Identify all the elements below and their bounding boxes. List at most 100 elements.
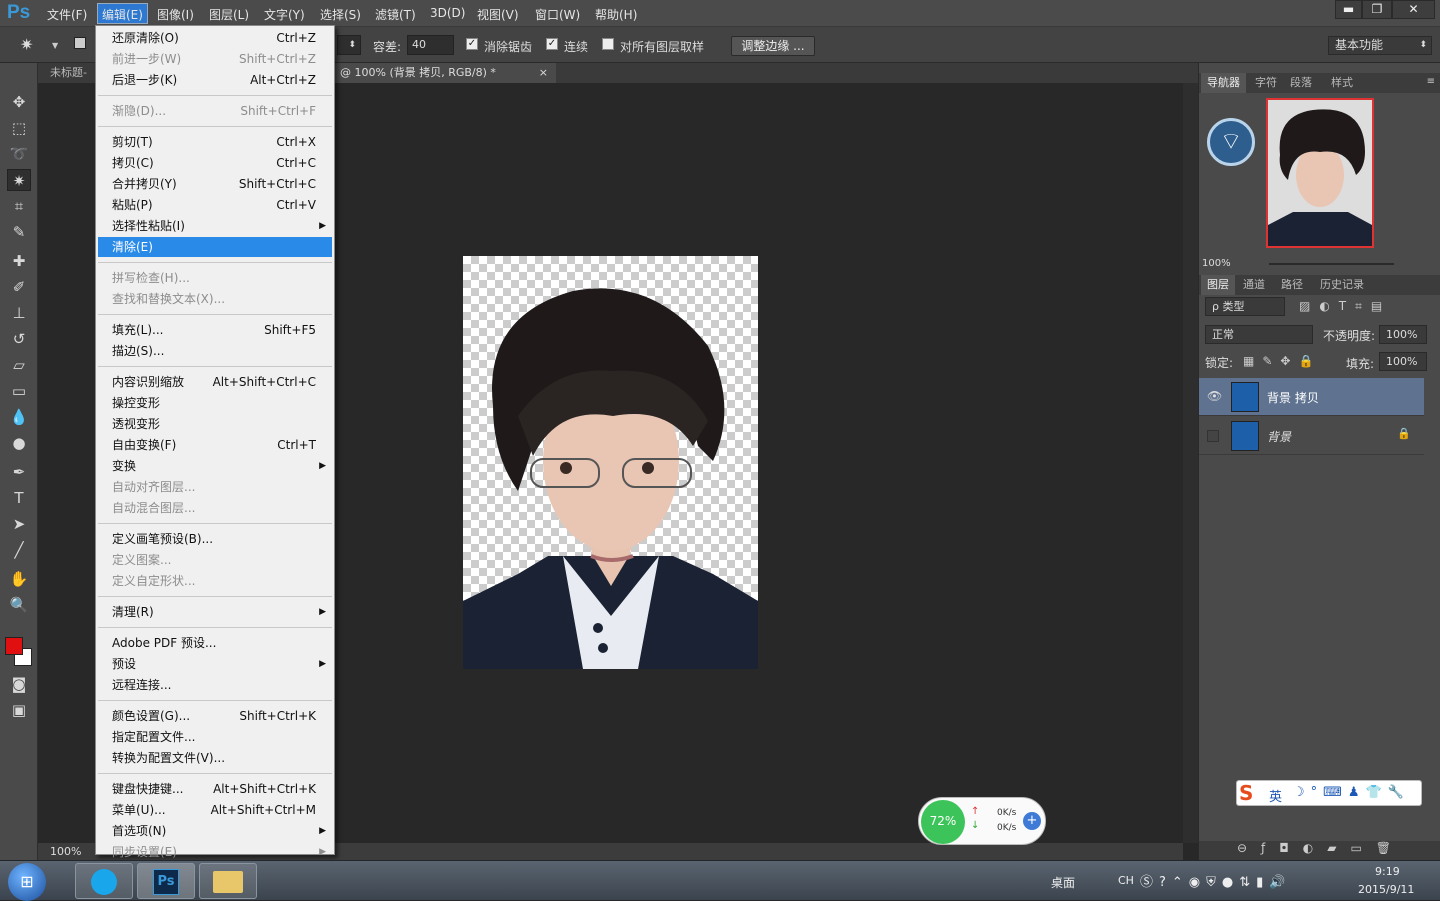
edit-menu-item[interactable]: 定义画笔预设(B)...: [98, 529, 332, 549]
edit-menu-item[interactable]: 填充(L)... Shift+F5: [98, 320, 332, 340]
edit-menu-item[interactable]: 描边(S)...: [98, 341, 332, 361]
edit-menu-item[interactable]: 还原清除(O) Ctrl+Z: [98, 28, 332, 48]
edit-menu-item[interactable]: 合并拷贝(Y) Shift+Ctrl+C: [98, 174, 332, 194]
fill-input[interactable]: 100%: [1379, 352, 1427, 371]
magic-wand-icon[interactable]: ✷: [20, 35, 33, 54]
layer-filter-icons[interactable]: ▨◐T⌗▤: [1299, 299, 1391, 314]
edit-menu-item[interactable]: 透视变形: [98, 414, 332, 434]
edit-menu-item[interactable]: 预设 ▶: [98, 654, 332, 674]
tray-icons[interactable]: Ⓢ?⌃◉⛨●⇅▮🔊: [1140, 871, 1291, 890]
layer-filter-select[interactable]: ρ 类型: [1205, 297, 1285, 316]
tab-history[interactable]: 历史记录: [1314, 275, 1370, 295]
workspace-select[interactable]: 基本功能 ⬍: [1328, 36, 1432, 55]
edit-menu-item[interactable]: 粘贴(P) Ctrl+V: [98, 195, 332, 215]
restore-button[interactable]: ❐: [1362, 0, 1392, 19]
document-canvas[interactable]: [463, 256, 758, 669]
tool-preset-chevron-icon[interactable]: ▼: [52, 41, 58, 50]
path-selection-tool-icon[interactable]: ➤: [7, 513, 31, 535]
layer-actions-bar[interactable]: ⊖ƒ◘◐▰▭🗑: [1199, 841, 1440, 860]
edit-menu-item[interactable]: 清除(E): [98, 237, 332, 257]
lasso-tool-icon[interactable]: ➰: [7, 143, 31, 165]
blend-mode-select[interactable]: 正常: [1205, 325, 1313, 344]
edit-menu-item[interactable]: 自由变换(F) Ctrl+T: [98, 435, 332, 455]
edit-menu-item[interactable]: 转换为配置文件(V)...: [98, 748, 332, 768]
edit-menu-item[interactable]: 远程连接...: [98, 675, 332, 695]
sample-all-layers-checkbox[interactable]: [602, 38, 614, 50]
new-selection-icon[interactable]: [74, 37, 86, 49]
menu-help[interactable]: 帮助(H): [595, 6, 637, 23]
taskbar-browser-icon[interactable]: [75, 863, 133, 899]
menu-file[interactable]: 文件(F): [47, 6, 87, 23]
panel-menu-icon[interactable]: ≡: [1427, 76, 1435, 87]
tab-navigator[interactable]: 导航器: [1201, 73, 1246, 93]
menu-view[interactable]: 视图(V): [477, 6, 519, 23]
start-button-icon[interactable]: ⊞: [8, 863, 46, 901]
edit-menu-item[interactable]: 清理(R) ▶: [98, 602, 332, 622]
accelerate-plus-icon[interactable]: +: [1023, 812, 1041, 830]
navigator-zoom-slider[interactable]: [1269, 263, 1394, 265]
desktop-toolbar-label[interactable]: 桌面: [1051, 874, 1075, 891]
tab-character[interactable]: 字符: [1249, 73, 1283, 93]
tab-layers[interactable]: 图层: [1201, 275, 1235, 295]
layer-name[interactable]: 背景 拷贝: [1267, 389, 1319, 406]
minimize-button[interactable]: ▬: [1335, 0, 1362, 19]
history-brush-tool-icon[interactable]: ↺: [7, 328, 31, 350]
marquee-tool-icon[interactable]: ⬚: [7, 117, 31, 139]
clock-time[interactable]: 9:19: [1375, 865, 1400, 878]
zoom-level[interactable]: 100%: [50, 845, 81, 858]
menu-window[interactable]: 窗口(W): [535, 6, 580, 23]
healing-brush-tool-icon[interactable]: ✚: [7, 250, 31, 272]
gradient-tool-icon[interactable]: ▭: [7, 380, 31, 402]
zoom-tool-icon[interactable]: 🔍: [7, 594, 31, 616]
tab-close-icon[interactable]: ×: [539, 63, 548, 83]
edit-menu-item[interactable]: 拷贝(C) Ctrl+C: [98, 153, 332, 173]
navigator-thumbnail[interactable]: [1266, 98, 1374, 248]
blur-tool-icon[interactable]: 💧: [7, 406, 31, 428]
taskbar-explorer-icon[interactable]: [199, 863, 257, 899]
menu-3d[interactable]: 3D(D): [430, 6, 465, 20]
visibility-toggle[interactable]: [1207, 430, 1219, 442]
menu-image[interactable]: 图像(I): [157, 6, 194, 23]
lock-icons[interactable]: ▦✎✥🔒: [1243, 354, 1321, 368]
tab-styles[interactable]: 样式: [1325, 73, 1359, 93]
tab-untitled[interactable]: 未标题-: [44, 63, 93, 83]
close-window-button[interactable]: ✕: [1392, 0, 1435, 19]
opacity-input[interactable]: 100%: [1379, 325, 1427, 344]
edit-menu-item[interactable]: 首选项(N) ▶: [98, 821, 332, 841]
edit-menu-item[interactable]: 操控变形: [98, 393, 332, 413]
edit-menu-item[interactable]: 后退一步(K) Alt+Ctrl+Z: [98, 70, 332, 90]
edit-menu-item[interactable]: 键盘快捷键... Alt+Shift+Ctrl+K: [98, 779, 332, 799]
edit-menu-item[interactable]: 颜色设置(G)... Shift+Ctrl+K: [98, 706, 332, 726]
visibility-eye-icon[interactable]: 👁: [1207, 389, 1222, 403]
edit-menu-item[interactable]: 菜单(U)... Alt+Shift+Ctrl+M: [98, 800, 332, 820]
net-speed-widget[interactable]: 72% ↑ ↓ 0K/s 0K/s +: [918, 797, 1046, 845]
contiguous-checkbox[interactable]: ✓: [546, 38, 558, 50]
stamp-tool-icon[interactable]: ⊥: [7, 302, 31, 324]
layer-name[interactable]: 背景: [1267, 428, 1291, 445]
ime-toolbar[interactable]: S 英 ☽°⌨♟👕🔧: [1236, 780, 1422, 806]
layer-row[interactable]: 👁 背景 拷贝: [1199, 378, 1424, 416]
quick-mask-icon[interactable]: ◙: [7, 673, 31, 695]
menu-select[interactable]: 选择(S): [320, 6, 361, 23]
clock-date[interactable]: 2015/9/11: [1358, 883, 1414, 896]
tolerance-input[interactable]: 40: [407, 35, 454, 55]
edit-menu-item[interactable]: 内容识别缩放 Alt+Shift+Ctrl+C: [98, 372, 332, 392]
layer-row[interactable]: 背景 🔒: [1199, 417, 1424, 455]
tab-channels[interactable]: 通道: [1237, 275, 1271, 295]
screen-mode-icon[interactable]: ▣: [7, 699, 31, 721]
vertical-scrollbar[interactable]: [1183, 83, 1198, 843]
edit-menu-item[interactable]: 剪切(T) Ctrl+X: [98, 132, 332, 152]
menu-type[interactable]: 文字(Y): [264, 6, 305, 23]
pen-tool-icon[interactable]: ✒: [7, 461, 31, 483]
language-indicator[interactable]: CH: [1118, 874, 1134, 887]
ime-tool-icons[interactable]: ☽°⌨♟👕🔧: [1293, 785, 1410, 800]
sample-size-select[interactable]: ⬍: [337, 35, 361, 55]
crop-tool-icon[interactable]: ⌗: [7, 195, 31, 217]
ime-mode[interactable]: 英: [1269, 786, 1282, 805]
edit-menu-item[interactable]: 指定配置文件...: [98, 727, 332, 747]
tab-document[interactable]: @ 100% (背景 拷贝, RGB/8) * ×: [334, 63, 556, 83]
line-tool-icon[interactable]: ╱: [7, 539, 31, 561]
edit-menu-item[interactable]: Adobe PDF 预设...: [98, 633, 332, 653]
dodge-tool-icon[interactable]: ●: [7, 432, 31, 454]
menu-edit[interactable]: 编辑(E): [97, 3, 148, 24]
